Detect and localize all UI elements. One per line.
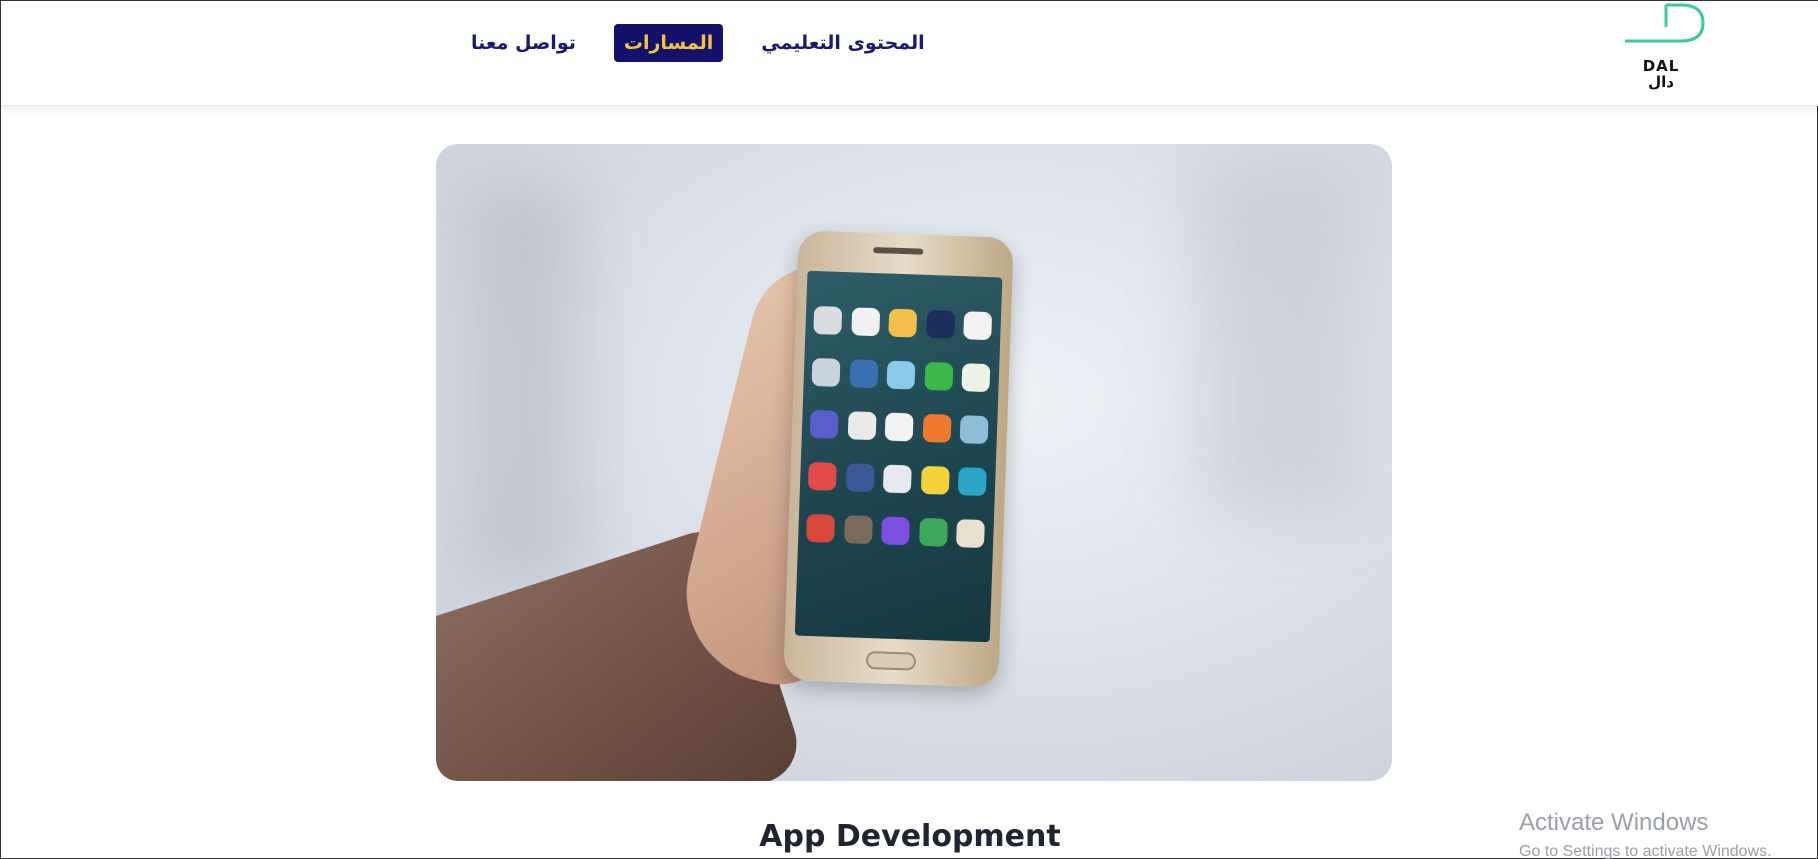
site-header: تواصل معنا المسارات المحتوى التعليمي DAL… [1,1,1818,106]
watermark-line2: Go to Settings to activate Windows. [1519,843,1772,859]
nav-tracks[interactable]: المسارات [613,24,724,62]
logo-text-ar: دال [1648,73,1674,91]
smartphone-icon [783,230,1014,688]
brand-logo[interactable]: DAL دال [1611,1,1711,96]
app-icon-grid [806,305,994,549]
nav-educational-content[interactable]: المحتوى التعليمي [751,24,934,62]
main-nav: تواصل معنا المسارات المحتوى التعليمي [461,22,935,64]
dal-logo-icon [1625,3,1705,43]
nav-contact-us[interactable]: تواصل معنا [461,24,586,62]
windows-activation-watermark: Activate Windows Go to Settings to activ… [1519,809,1772,859]
watermark-line1: Activate Windows [1519,809,1709,836]
phone-screen [794,270,1003,643]
hero-image [436,144,1392,781]
